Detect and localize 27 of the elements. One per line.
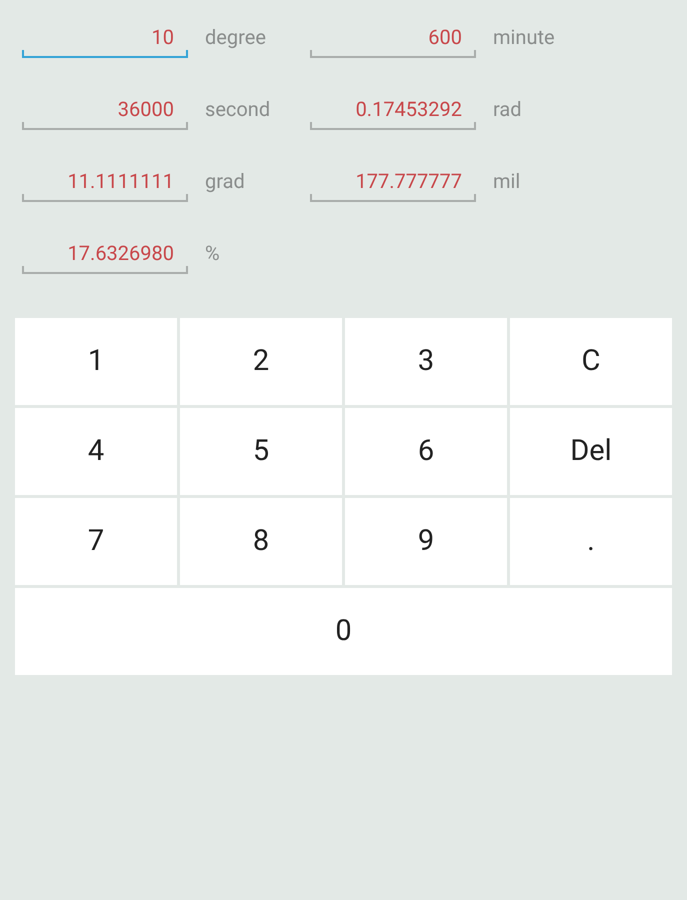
keypad-key[interactable]: 4 <box>15 408 177 495</box>
number-field[interactable]: 10 <box>22 18 188 58</box>
number-field[interactable]: 11.1111111 <box>22 162 188 202</box>
keypad-key[interactable]: 7 <box>15 498 177 585</box>
keypad-key[interactable]: 2 <box>180 318 342 405</box>
number-field[interactable]: 177.777777 <box>310 162 476 202</box>
number-field[interactable]: 600 <box>310 18 476 58</box>
keypad-key[interactable]: 6 <box>345 408 507 495</box>
number-field[interactable]: 17.6326980 <box>22 234 188 274</box>
keypad-key[interactable]: 1 <box>15 318 177 405</box>
keypad-key[interactable]: 3 <box>345 318 507 405</box>
unit-label: second <box>205 96 270 123</box>
number-field[interactable]: 0.17453292 <box>310 90 476 130</box>
unit-label: % <box>205 240 220 267</box>
unit-label: minute <box>493 24 555 51</box>
keypad-key[interactable]: 8 <box>180 498 342 585</box>
unit-label: degree <box>205 24 266 51</box>
unit-label: grad <box>205 168 245 195</box>
unit-label: rad <box>493 96 522 123</box>
unit-label: mil <box>493 168 520 195</box>
keypad-key[interactable]: Del <box>510 408 672 495</box>
number-field[interactable]: 36000 <box>22 90 188 130</box>
keypad-key[interactable]: 9 <box>345 498 507 585</box>
keypad-key[interactable]: C <box>510 318 672 405</box>
keypad-key[interactable]: . <box>510 498 672 585</box>
keypad-key[interactable]: 0 <box>15 588 672 675</box>
keypad-key[interactable]: 5 <box>180 408 342 495</box>
